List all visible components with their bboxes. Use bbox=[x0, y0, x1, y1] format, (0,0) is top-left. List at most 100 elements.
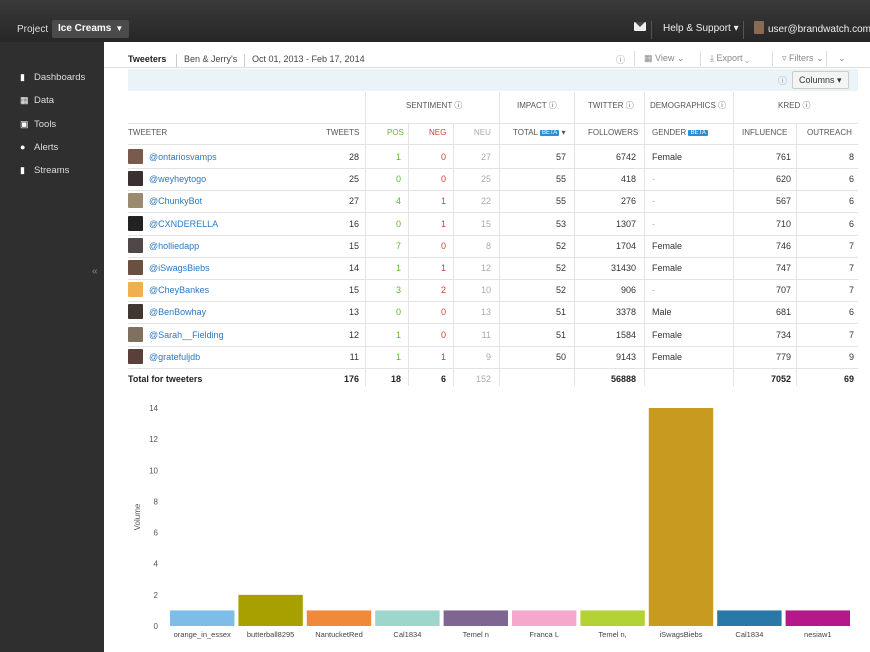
x-tick-label: Temel n bbox=[463, 630, 489, 639]
divider bbox=[634, 51, 635, 66]
bar bbox=[580, 610, 645, 626]
total-cell: 51 bbox=[555, 307, 566, 318]
tweeter-handle[interactable]: @CXNDERELLA bbox=[149, 219, 218, 229]
outreach-cell: 7 bbox=[848, 285, 854, 296]
help-icon[interactable]: ⓘ bbox=[802, 101, 810, 110]
x-tick-label: iSwagsBiebs bbox=[660, 630, 703, 639]
group-kred: KRED ⓘ bbox=[778, 100, 810, 111]
totals-row: Total for tweeters 176 18 6 152 56888 70… bbox=[128, 368, 858, 390]
sidebar-item-tools[interactable]: ▣ Tools bbox=[20, 119, 56, 133]
neu-cell: 9 bbox=[485, 351, 491, 362]
table-row[interactable]: @ChunkyBot 27 4 1 22 55 276 - 567 6 bbox=[128, 190, 858, 214]
collapse-toolbar-button[interactable]: ⌄ bbox=[838, 53, 846, 67]
neu-cell: 12 bbox=[480, 263, 491, 273]
table-row[interactable]: @gratefuljdb 11 1 1 9 50 9143 Female 779 9 bbox=[128, 346, 858, 369]
group-sentiment: SENTIMENT ⓘ bbox=[406, 100, 462, 111]
x-tick-label: Cal1834 bbox=[735, 630, 763, 639]
sidebar-item-alerts[interactable]: ● Alerts bbox=[20, 142, 58, 156]
col-total[interactable]: TOTAL BETA ▾ bbox=[513, 128, 565, 137]
group-impact: IMPACT ⓘ bbox=[517, 100, 557, 111]
date-range-selector[interactable]: Oct 01, 2013 - Feb 17, 2014 bbox=[244, 54, 365, 67]
divider bbox=[128, 144, 858, 145]
project-selector[interactable]: Ice Creams ▼ bbox=[52, 20, 130, 38]
tweeter-handle[interactable]: @BenBowhay bbox=[149, 307, 206, 317]
y-tick-label: 6 bbox=[154, 529, 159, 538]
x-tick-label: NantucketRed bbox=[315, 630, 363, 639]
filters-label: Filters bbox=[789, 53, 814, 63]
group-twitter: TWITTER ⓘ bbox=[588, 100, 634, 111]
x-tick-label: orange_in_essex bbox=[174, 630, 231, 639]
top-bar: Project Ice Creams ▼ Help & Support ▾ use… bbox=[0, 0, 870, 42]
followers-cell: 31430 bbox=[610, 263, 636, 273]
outreach-cell: 6 bbox=[848, 218, 854, 229]
help-support-menu[interactable]: Help & Support ▾ bbox=[651, 21, 739, 39]
table-row[interactable]: @CXNDERELLA 16 0 1 15 53 1307 - 710 6 bbox=[128, 213, 858, 236]
avatar bbox=[128, 215, 143, 231]
export-label: Export bbox=[716, 53, 743, 63]
neg-cell: 1 bbox=[440, 351, 446, 362]
neu-cell: 25 bbox=[480, 174, 491, 185]
avatar bbox=[128, 237, 143, 253]
table-row[interactable]: @weyheytogo 25 0 0 25 55 418 - 620 6 bbox=[128, 168, 858, 192]
tweeter-handle[interactable]: @ontariosvamps bbox=[149, 152, 217, 162]
help-icon[interactable]: ⓘ bbox=[718, 101, 726, 110]
help-icon[interactable]: ⓘ bbox=[454, 101, 462, 110]
tweeter-handle[interactable]: @weyheytogo bbox=[149, 174, 206, 184]
help-icon[interactable]: ⓘ bbox=[626, 101, 634, 110]
col-outreach[interactable]: OUTREACH bbox=[807, 128, 852, 137]
sidebar-item-label: Streams bbox=[34, 165, 70, 176]
table-row[interactable]: @Sarah__Fielding 12 1 0 11 51 1584 Female 734 7 bbox=[128, 324, 858, 347]
bar bbox=[648, 408, 714, 626]
total-pos: 18 bbox=[390, 374, 401, 384]
tweeter-handle[interactable]: @gratefuljdb bbox=[149, 352, 200, 362]
neu-cell: 22 bbox=[480, 196, 491, 207]
col-pos[interactable]: POS bbox=[387, 128, 404, 137]
y-axis-label: Volume bbox=[133, 503, 142, 530]
outreach-cell: 7 bbox=[848, 329, 854, 340]
collapse-sidebar-button[interactable]: « bbox=[92, 266, 98, 277]
sidebar-item-dashboards[interactable]: ▮ Dashboards bbox=[20, 72, 85, 86]
tweets-cell: 28 bbox=[348, 152, 359, 162]
bar bbox=[238, 594, 303, 626]
query-selector[interactable]: Ben & Jerry's bbox=[176, 54, 237, 67]
toolbar: Tweeters Ben & Jerry's Oct 01, 2013 - Fe… bbox=[104, 42, 870, 68]
filters-button[interactable]: ▿ Filters ⌄ bbox=[782, 53, 824, 67]
columns-button[interactable]: Columns ▾ bbox=[792, 71, 849, 89]
sidebar-item-data[interactable]: ▦ Data bbox=[20, 95, 54, 109]
help-icon[interactable]: ⓘ bbox=[616, 53, 625, 67]
avatar bbox=[128, 193, 143, 209]
tweeter-handle[interactable]: @ChunkyBot bbox=[149, 196, 202, 206]
total-neu: 152 bbox=[475, 374, 491, 384]
col-neu[interactable]: NEU bbox=[474, 128, 491, 137]
sidebar-item-streams[interactable]: ▮ Streams bbox=[20, 165, 69, 179]
table-row[interactable]: @ontariosvamps 28 1 0 27 57 6742 Female 761 8 bbox=[128, 146, 858, 169]
table-row[interactable]: @BenBowhay 13 0 0 13 51 3378 Male 681 6 bbox=[128, 301, 858, 325]
download-icon: ⤓ bbox=[710, 53, 714, 63]
user-menu[interactable]: user@brandwatch.com ▾ bbox=[743, 21, 870, 39]
chevron-down-icon: ▼ bbox=[115, 24, 124, 33]
mail-icon[interactable] bbox=[634, 22, 646, 31]
divider bbox=[772, 51, 773, 66]
help-icon[interactable]: ⓘ bbox=[778, 74, 787, 87]
sort-desc-icon: ▾ bbox=[561, 128, 566, 137]
col-tweeter[interactable]: TWEETER bbox=[128, 128, 167, 137]
col-neg[interactable]: NEG bbox=[429, 128, 446, 137]
view-button[interactable]: ▦ View ⌄ bbox=[644, 53, 684, 67]
help-icon[interactable]: ⓘ bbox=[549, 101, 557, 110]
main-panel: Tweeters Ben & Jerry's Oct 01, 2013 - Fe… bbox=[104, 42, 870, 652]
tweeter-handle[interactable]: @CheyBankes bbox=[149, 285, 209, 295]
project-label: Project bbox=[17, 24, 49, 35]
total-tweets: 176 bbox=[343, 374, 359, 384]
tweeter-handle[interactable]: @holliedapp bbox=[149, 241, 199, 251]
export-button[interactable]: ⤓ Export ⌄ bbox=[710, 53, 749, 67]
col-influence[interactable]: INFLUENCE bbox=[742, 128, 787, 137]
table-row[interactable]: @holliedapp 15 7 0 8 52 1704 Female 746 7 bbox=[128, 235, 858, 258]
bar bbox=[443, 610, 508, 626]
tweeter-handle[interactable]: @Sarah__Fielding bbox=[149, 330, 224, 340]
col-gender[interactable]: GENDER BETA bbox=[652, 128, 708, 137]
col-followers[interactable]: FOLLOWERS bbox=[588, 128, 638, 137]
tweeter-handle[interactable]: @iSwagsBiebs bbox=[149, 263, 210, 273]
table-row[interactable]: @iSwagsBiebs 14 1 1 12 52 31430 Female 747 7 bbox=[128, 257, 858, 280]
table-row[interactable]: @CheyBankes 15 3 2 10 52 906 - 707 7 bbox=[128, 279, 858, 303]
col-tweets[interactable]: TWEETS bbox=[326, 128, 359, 137]
